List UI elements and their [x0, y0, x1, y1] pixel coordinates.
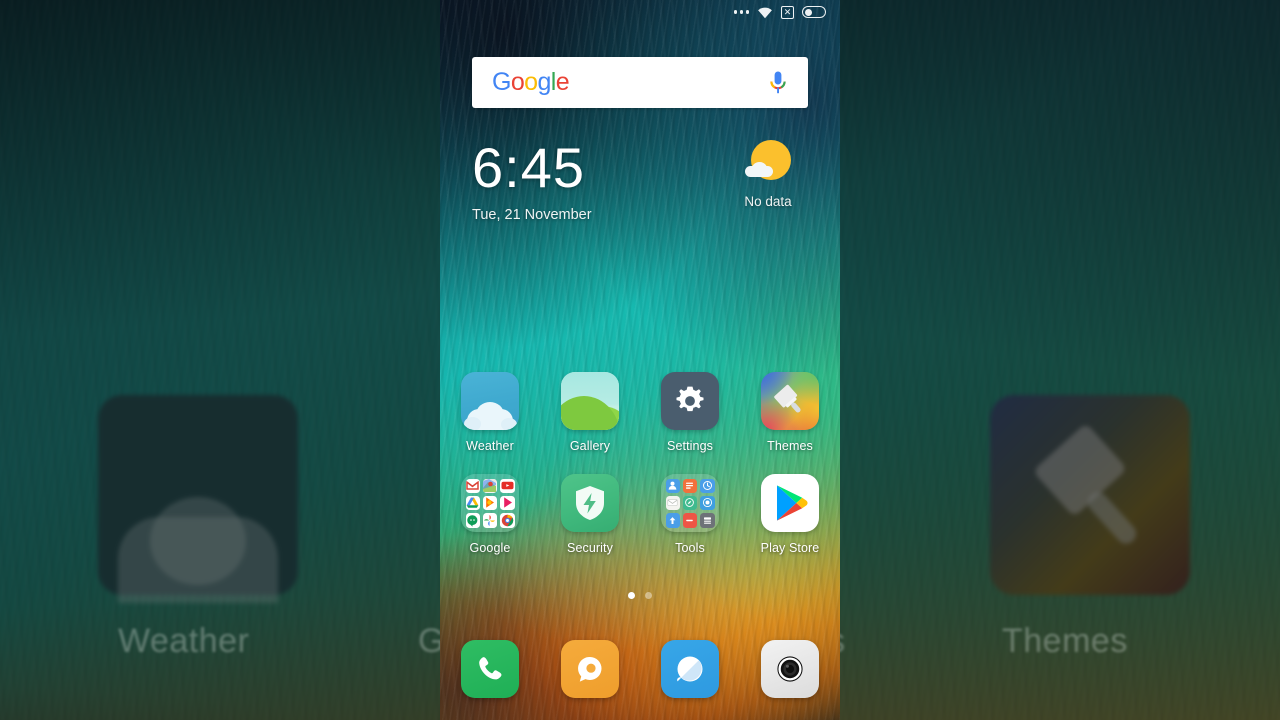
mini-calculator-icon	[699, 512, 715, 528]
dock-phone[interactable]	[440, 640, 540, 698]
mini-drive-icon	[465, 495, 481, 511]
battery-icon	[802, 6, 826, 18]
gallery-icon	[561, 372, 619, 430]
app-themes[interactable]: Themes	[740, 372, 840, 453]
folder-google[interactable]: Google	[440, 474, 540, 555]
weather-status: No data	[744, 194, 792, 209]
google-folder-icon	[461, 474, 519, 532]
ghost-label-themes: Themes	[1002, 622, 1128, 660]
ghost-label-weather: Weather	[118, 622, 250, 660]
clock-date: Tue, 21 November	[472, 207, 592, 223]
app-settings[interactable]: Settings	[640, 372, 740, 453]
app-weather[interactable]: Weather	[440, 372, 540, 453]
no-sim-icon: ✕	[781, 5, 794, 19]
ghost-weather-icon	[98, 395, 298, 603]
app-label: Security	[567, 541, 613, 555]
message-bubble-icon	[561, 640, 619, 698]
microphone-icon[interactable]	[768, 70, 788, 96]
status-bar: ✕	[440, 0, 840, 24]
mini-play-movies-icon	[499, 495, 515, 511]
security-shield-icon	[561, 474, 619, 532]
mini-contacts-icon	[665, 478, 681, 494]
screenshot-stage: Weather G s Themes ✕	[0, 0, 1280, 720]
mini-youtube-icon	[499, 478, 515, 494]
app-security[interactable]: Security	[540, 474, 640, 555]
app-gallery[interactable]: Gallery	[540, 372, 640, 453]
app-label: Settings	[667, 439, 713, 453]
wallpaper	[440, 0, 840, 720]
page-dot-2[interactable]	[645, 592, 652, 599]
mini-compass-icon	[682, 495, 698, 511]
dock-browser[interactable]	[640, 640, 740, 698]
weather-widget[interactable]: No data	[720, 140, 816, 209]
more-dots-icon	[733, 10, 749, 14]
mini-photos-icon	[482, 512, 498, 528]
tools-folder-icon	[661, 474, 719, 532]
google-logo: Google	[492, 68, 570, 96]
app-label: Themes	[767, 439, 813, 453]
app-label: Tools	[675, 541, 705, 555]
mini-notes-icon	[682, 478, 698, 494]
phone-handset-icon	[461, 640, 519, 698]
app-row-2: Google Security Tools Play Store	[440, 474, 840, 555]
mini-downloads-icon	[682, 512, 698, 528]
sun-behind-cloud-icon	[745, 140, 791, 186]
mini-mail-icon	[665, 495, 681, 511]
phone-screen: ✕ Google 6:45 Tue, 21 November No data W…	[440, 0, 840, 720]
clock-weather-widget[interactable]: 6:45 Tue, 21 November No data	[472, 136, 816, 224]
folder-tools[interactable]: Tools	[640, 474, 740, 555]
dock-messaging[interactable]	[540, 640, 640, 698]
mini-hangouts-icon	[465, 512, 481, 528]
mini-clock-icon	[699, 478, 715, 494]
mini-recorder-icon	[699, 495, 715, 511]
ghost-themes-icon	[990, 395, 1190, 595]
dock	[440, 640, 840, 698]
mini-mi-drop-icon	[665, 512, 681, 528]
app-label: Weather	[466, 439, 514, 453]
page-indicator[interactable]	[440, 592, 840, 599]
mini-chrome-icon	[499, 512, 515, 528]
camera-lens-icon	[761, 640, 819, 698]
settings-gear-icon	[661, 372, 719, 430]
mini-maps-icon	[482, 478, 498, 494]
mini-gmail-icon	[465, 478, 481, 494]
browser-compass-icon	[661, 640, 719, 698]
wifi-icon	[757, 6, 773, 19]
themes-brush-icon	[761, 372, 819, 430]
app-label: Play Store	[760, 541, 820, 555]
page-dot-1[interactable]	[628, 592, 635, 599]
mini-play-music-icon	[482, 495, 498, 511]
weather-icon	[461, 372, 519, 430]
clock-block[interactable]: 6:45 Tue, 21 November	[472, 136, 592, 224]
app-label: Google	[469, 541, 511, 555]
google-search-bar[interactable]: Google	[472, 57, 808, 108]
app-label: Gallery	[569, 439, 611, 453]
clock-time: 6:45	[472, 136, 585, 199]
app-grid: Weather Gallery Settings Themes Google S…	[440, 372, 840, 555]
play-store-icon	[761, 474, 819, 532]
app-row-1: Weather Gallery Settings Themes	[440, 372, 840, 453]
dock-camera[interactable]	[740, 640, 840, 698]
app-play-store[interactable]: Play Store	[740, 474, 840, 555]
